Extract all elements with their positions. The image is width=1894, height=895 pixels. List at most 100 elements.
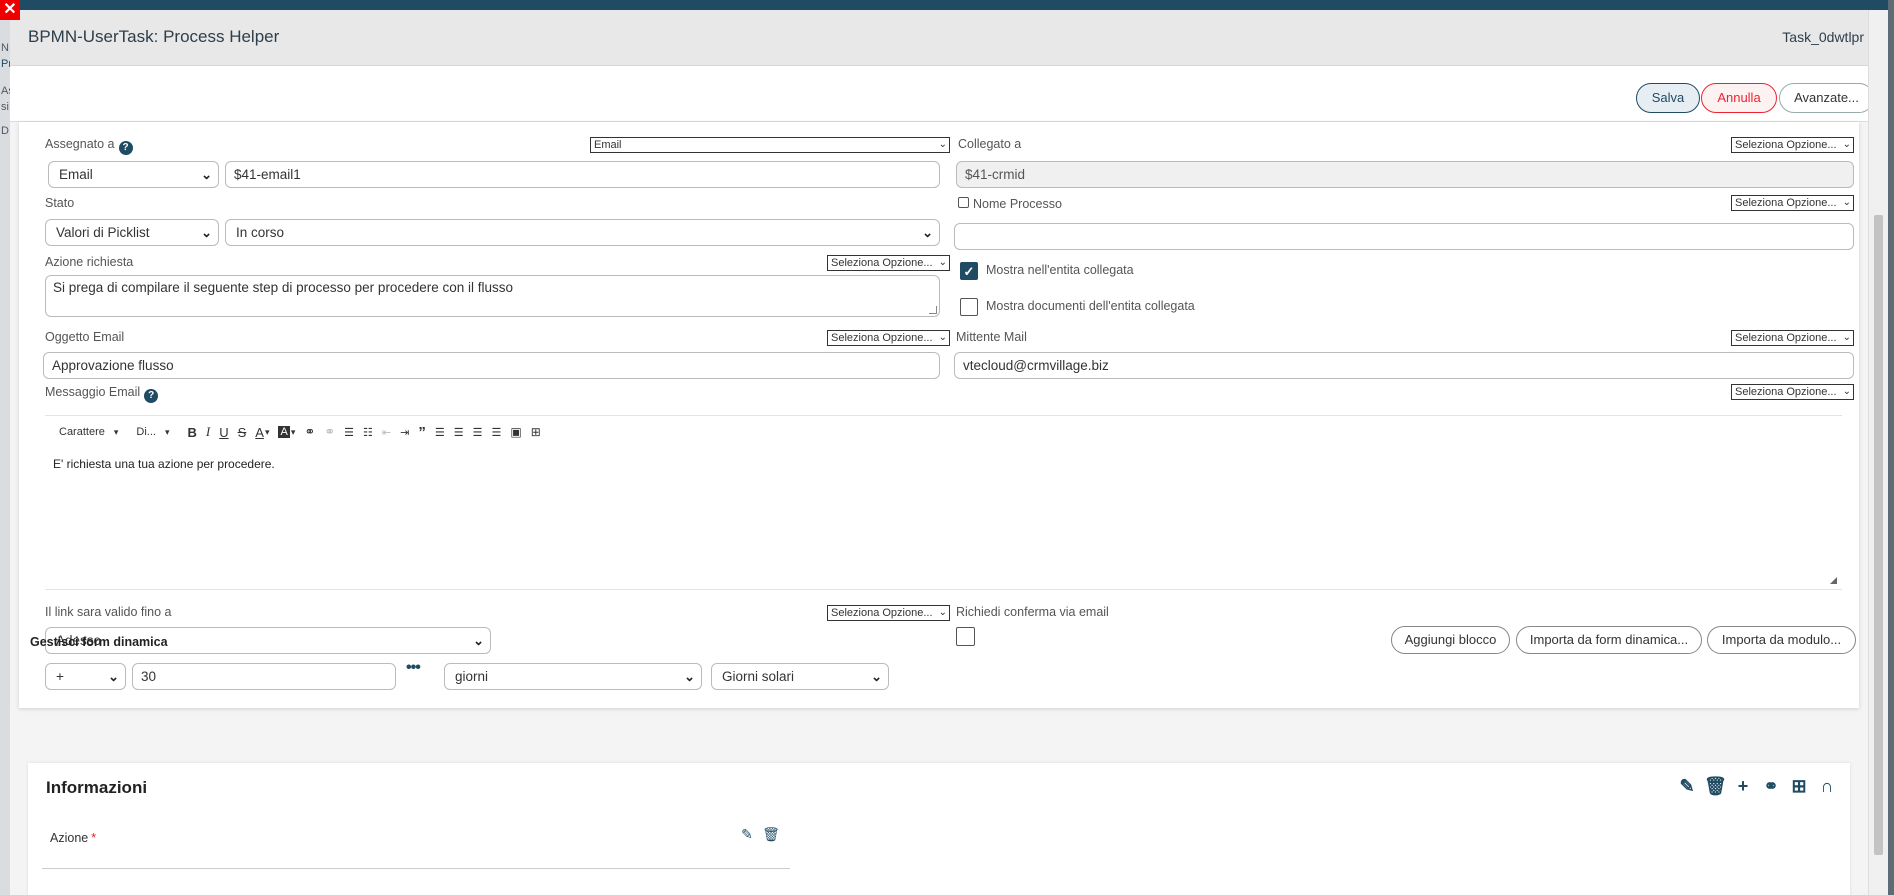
link-icon[interactable]: ⚭ [1760, 776, 1782, 797]
sender-option-value: Seleziona Opzione... [1735, 332, 1837, 344]
link-valid-option-value: Seleziona Opzione... [831, 607, 933, 619]
sender-label: Mittente Mail [956, 330, 1027, 344]
process-name-input[interactable] [954, 223, 1854, 250]
chevron-down-icon: ⌄ [201, 167, 212, 182]
table-icon[interactable]: ⊞ [531, 425, 541, 439]
chevron-down-icon: ⌄ [1842, 197, 1851, 208]
delete-icon[interactable]: 🗑 [762, 826, 780, 843]
background-letter: N [1, 42, 9, 54]
chevron-down-icon: ⌄ [938, 139, 947, 150]
background-color-icon[interactable]: A [278, 426, 290, 438]
rich-text-editor[interactable]: Carattere ▾ Di... ▾ B I U S A ▾ A ▾ ⚭ ⚭ … [45, 415, 1842, 590]
process-name-option-select[interactable]: Seleziona Opzione... ⌄ [1731, 195, 1854, 211]
chevron-down-icon[interactable]: ▾ [114, 427, 119, 438]
delete-icon[interactable]: 🗑 [1704, 776, 1727, 797]
editor-content[interactable]: E' richiesta una tua azione per proceder… [53, 457, 275, 471]
action-option-select[interactable]: Seleziona Opzione... ⌄ [827, 255, 950, 271]
required-marker: * [91, 831, 97, 845]
indent-icon[interactable]: ⇥ [400, 426, 409, 439]
message-label-text: Messaggio Email [45, 385, 141, 399]
strikethrough-icon[interactable]: S [238, 425, 247, 440]
import-form-button[interactable]: Importa da form dinamica... [1516, 626, 1702, 654]
italic-icon[interactable]: I [206, 424, 210, 440]
edit-icon[interactable]: ✎ [1676, 776, 1698, 797]
status-value-select[interactable]: In corso ⌄ [225, 219, 940, 246]
save-button[interactable]: Salva [1636, 83, 1700, 113]
resize-grip-icon[interactable] [929, 306, 937, 314]
offset-unit-select[interactable]: giorni ⌄ [444, 663, 702, 690]
cancel-button[interactable]: Annulla [1701, 83, 1777, 113]
magnet-icon[interactable]: ∩ [1816, 776, 1838, 797]
advanced-button[interactable]: Avanzate... [1779, 83, 1868, 113]
chevron-down-icon[interactable]: ▾ [291, 427, 296, 438]
outdent-icon[interactable]: ⇤ [382, 426, 391, 439]
chevron-down-icon[interactable]: ▾ [265, 427, 270, 438]
assigned-value-input[interactable]: $41-email1 [225, 161, 940, 188]
email-subject-input[interactable]: Approvazione flusso [43, 352, 940, 379]
assigned-source-select[interactable]: Email ⌄ [590, 137, 950, 153]
show-in-entity-checkbox[interactable]: ✓ [960, 262, 978, 280]
show-docs-checkbox[interactable] [960, 298, 978, 316]
field-label-text: Azione [50, 831, 89, 845]
message-option-select[interactable]: Seleziona Opzione... ⌄ [1731, 384, 1854, 400]
status-type-select[interactable]: Valori di Picklist ⌄ [45, 219, 219, 246]
linked-option-select[interactable]: Seleziona Opzione... ⌄ [1731, 137, 1854, 153]
align-center-icon[interactable]: ☰ [454, 426, 464, 439]
link-valid-option-select[interactable]: Seleziona Opzione... ⌄ [827, 605, 950, 621]
chevron-down-icon[interactable]: ▾ [165, 427, 170, 438]
email-subject-option-select[interactable]: Seleziona Opzione... ⌄ [827, 330, 950, 346]
offset-sign-select[interactable]: + ⌄ [45, 663, 126, 690]
confirm-email-checkbox[interactable] [956, 627, 975, 646]
align-right-icon[interactable]: ☰ [473, 426, 483, 439]
sender-option-select[interactable]: Seleziona Opzione... ⌄ [1731, 330, 1854, 346]
edit-icon[interactable]: ✎ [738, 826, 756, 843]
help-icon[interactable]: ? [144, 389, 159, 403]
process-helper-modal: BPMN-UserTask: Process Helper Task_0dwtl… [10, 10, 1868, 895]
align-left-icon[interactable]: ☰ [435, 426, 445, 439]
offset-day-type-value: Giorni solari [722, 669, 795, 684]
process-name-option-value: Seleziona Opzione... [1735, 197, 1837, 209]
underline-icon[interactable]: U [219, 425, 228, 440]
sender-input[interactable]: vtecloud@crmvillage.biz [954, 352, 1854, 379]
more-options-icon[interactable]: ••• [406, 659, 421, 677]
message-option-value: Seleziona Opzione... [1735, 386, 1837, 398]
chevron-down-icon: ⌄ [1842, 139, 1851, 150]
resize-grip-icon[interactable] [1830, 577, 1837, 584]
scrollbar[interactable] [1868, 10, 1888, 895]
bold-icon[interactable]: B [187, 425, 196, 440]
add-icon[interactable]: + [1732, 776, 1754, 797]
add-block-button[interactable]: Aggiungi blocco [1391, 626, 1510, 654]
action-textarea[interactable]: Si prega di compilare il seguente step d… [45, 275, 940, 317]
background-right-edge [1888, 0, 1894, 895]
process-name-checkbox[interactable] [958, 197, 969, 208]
unlink-icon[interactable]: ⚭ [324, 424, 335, 440]
chevron-down-icon: ⌄ [938, 332, 947, 343]
font-size-dropdown[interactable]: Di... [136, 426, 156, 438]
modal-toolbar: Salva Annulla Avanzate... [10, 66, 1868, 122]
linked-value-input[interactable]: $41-crmid [956, 161, 1854, 188]
status-value: In corso [236, 225, 285, 240]
assigned-type-select[interactable]: Email ⌄ [48, 161, 219, 188]
offset-day-type-select[interactable]: Giorni solari ⌄ [711, 663, 889, 690]
chevron-down-icon: ⌄ [473, 633, 484, 648]
dynamic-form-title: Gestisci form dinamica [30, 635, 168, 649]
offset-amount-input[interactable]: 30 [132, 663, 396, 690]
import-module-button[interactable]: Importa da modulo... [1707, 626, 1856, 654]
background-topbar [0, 0, 1894, 10]
font-family-dropdown[interactable]: Carattere [59, 426, 105, 438]
text-color-icon[interactable]: A [255, 425, 264, 440]
field-actions: ✎ 🗑 [738, 826, 786, 843]
help-icon[interactable]: ? [118, 141, 133, 155]
confirm-email-label: Richiedi conferma via email [956, 605, 1109, 619]
image-icon[interactable]: ▣ [510, 425, 521, 439]
numbered-list-icon[interactable]: ☰ [344, 426, 354, 439]
table-icon[interactable]: ⊞ [1788, 776, 1810, 797]
chevron-down-icon: ⌄ [201, 225, 212, 240]
close-icon[interactable]: ✕ [0, 0, 20, 20]
modal-title: BPMN-UserTask: Process Helper [28, 27, 280, 46]
scrollbar-thumb[interactable] [1874, 215, 1883, 855]
bulleted-list-icon[interactable]: ☷ [363, 426, 373, 439]
align-justify-icon[interactable]: ☰ [491, 426, 501, 439]
blockquote-icon[interactable]: ” [418, 424, 426, 441]
link-icon[interactable]: ⚭ [304, 424, 315, 440]
